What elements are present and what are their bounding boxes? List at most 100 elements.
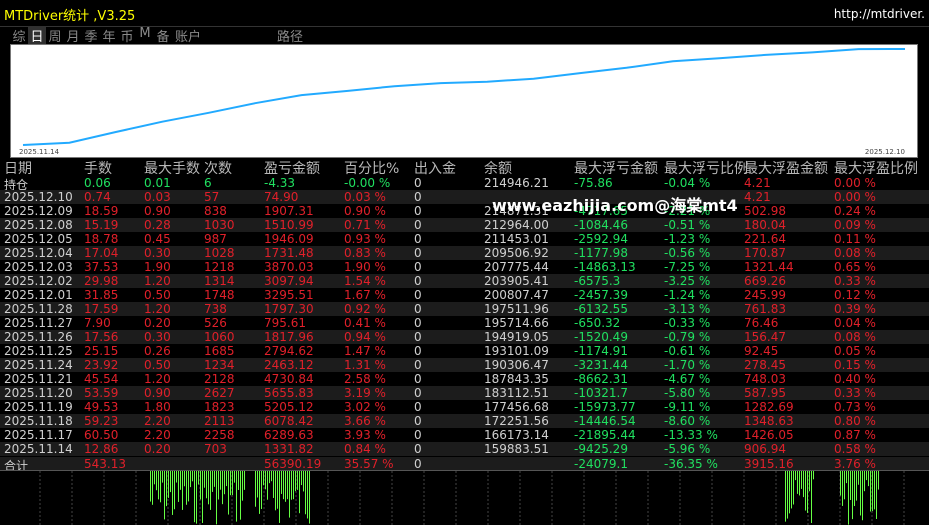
table-row[interactable]: 2025.12.10 0.74 0.03 57 74.90 0.03 % 0 4.21 0.00…: [0, 190, 929, 204]
total-row[interactable]: 合计 543.13 56390.19 35.57 % 0 -24079.1 -36.35 %…: [0, 457, 929, 473]
table-row[interactable]: 2025.12.08 15.19 0.28 1030 1510.99 0.71 % 0 212…: [0, 218, 929, 232]
table-cell: 2025.11.18: [4, 414, 73, 428]
table-cell: 0: [414, 260, 422, 274]
histogram-bar: [787, 471, 788, 519]
table-row[interactable]: 2025.12.04 17.04 0.30 1028 1731.48 0.83 % 0 209…: [0, 246, 929, 260]
table-cell: 0: [414, 246, 422, 260]
table-cell: -650.32: [574, 316, 621, 330]
website-link[interactable]: http://mtdriver.: [834, 7, 925, 21]
histogram-bar: [848, 471, 849, 525]
table-cell: 2.20: [144, 428, 171, 442]
table-row[interactable]: 2025.11.21 45.54 1.20 2128 4730.84 2.58 % 0 187…: [0, 372, 929, 386]
table-row[interactable]: 2025.11.25 25.15 0.26 1685 2794.62 1.47 % 0 193…: [0, 344, 929, 358]
histogram-bar: [244, 471, 245, 490]
table-row[interactable]: 2025.11.17 60.50 2.20 2258 6289.63 3.93 % 0 166…: [0, 428, 929, 442]
table-cell: 17.04: [84, 246, 119, 260]
table-cell: 2025.12.09: [4, 204, 73, 218]
table-cell: 0.87 %: [834, 428, 876, 442]
table-cell: 0.50: [144, 288, 171, 302]
histogram-bar: [242, 471, 243, 501]
table-cell: 1797.30: [264, 302, 314, 316]
table-row[interactable]: 2025.12.01 31.85 0.50 1748 3295.51 1.67 % 0 200…: [0, 288, 929, 302]
table-row[interactable]: 2025.11.18 59.23 2.20 2113 6078.42 3.66 % 0 172…: [0, 414, 929, 428]
table-cell: 2025.11.27: [4, 316, 73, 330]
table-cell: 543.13: [84, 457, 126, 471]
histogram-bar: [295, 471, 296, 492]
table-cell: 2.20: [144, 414, 171, 428]
table-cell: 587.95: [744, 386, 786, 400]
histogram-bar: [809, 471, 810, 492]
table-row[interactable]: 2025.11.26 17.56 0.30 1060 1817.96 0.94 % 0 194…: [0, 330, 929, 344]
table-row[interactable]: 2025.12.03 37.53 1.90 1218 3870.03 1.90 % 0 207…: [0, 260, 929, 274]
table-cell: 194919.05: [484, 330, 549, 344]
table-row[interactable]: 2025.11.20 53.59 0.90 2627 5655.83 3.19 % 0 183…: [0, 386, 929, 400]
table-cell: 0.20: [144, 442, 171, 456]
table-cell: 7.90: [84, 316, 111, 330]
table-cell: 1348.63: [744, 414, 794, 428]
header-cell: 出入金: [414, 161, 456, 177]
histogram-bar: [860, 471, 861, 516]
histogram-bar: [795, 471, 796, 481]
table-cell: 1.54 %: [344, 274, 386, 288]
histogram-bar: [283, 471, 284, 500]
header-cell: 手数: [84, 161, 112, 177]
histogram-bar: [220, 471, 221, 490]
table-cell: 669.26: [744, 274, 786, 288]
table-cell: 2025.12.03: [4, 260, 73, 274]
tab-account[interactable]: 账户: [172, 26, 204, 45]
histogram-bar: [230, 471, 231, 496]
histogram-bar: [870, 471, 871, 512]
histogram-bar: [178, 471, 179, 502]
table-cell: 0.94 %: [344, 330, 386, 344]
table-cell: 212964.00: [484, 218, 549, 232]
table-cell: -15973.77: [574, 400, 636, 414]
table-cell: 49.53: [84, 400, 119, 414]
holding-row[interactable]: 持仓 0.06 0.01 6 -4.33 -0.00 % 0 214946.21 -75.86-…: [0, 176, 929, 192]
tab-notes[interactable]: 备: [154, 26, 172, 45]
tab-week[interactable]: 周: [46, 26, 64, 45]
table-row[interactable]: 2025.12.05 18.78 0.45 987 1946.09 0.93 % 0 2114…: [0, 232, 929, 246]
tab-summary[interactable]: 综: [10, 26, 28, 45]
table-cell: 526: [204, 316, 227, 330]
table-cell: 0: [414, 302, 422, 316]
table-cell: 2025.11.19: [4, 400, 73, 414]
table-row[interactable]: 2025.11.24 23.92 0.50 1234 2463.12 1.31 % 0 190…: [0, 358, 929, 372]
table-cell: 0: [414, 400, 422, 414]
histogram-bar: [799, 471, 800, 496]
table-cell: 3.66 %: [344, 414, 386, 428]
histogram-bar: [202, 471, 203, 523]
table-row[interactable]: 2025.11.14 12.86 0.20 703 1331.82 0.84 % 0 1598…: [0, 442, 929, 456]
table-cell: 0.08 %: [834, 330, 876, 344]
table-cell: 1907.31: [264, 204, 314, 218]
histogram-bar: [186, 471, 187, 505]
table-cell: 0: [414, 386, 422, 400]
table-row[interactable]: 2025.11.28 17.59 1.20 738 1797.30 0.92 % 0 1975…: [0, 302, 929, 316]
table-cell: 177456.68: [484, 400, 549, 414]
table-row[interactable]: 2025.11.19 49.53 1.80 1823 5205.12 3.02 % 0 177…: [0, 400, 929, 414]
tab-currency[interactable]: 币: [118, 26, 136, 45]
histogram-bar: [180, 471, 181, 490]
table-cell: 2025.11.17: [4, 428, 73, 442]
header-cell: 百分比%: [344, 161, 400, 177]
table-cell: 1748: [204, 288, 235, 302]
histogram-bar: [854, 471, 855, 507]
chart-end-date: 2025.12.10: [864, 148, 905, 156]
histogram-bar: [162, 471, 163, 483]
table-cell: 0.03: [144, 190, 171, 204]
table-cell: 0.01: [144, 176, 171, 190]
tab-year[interactable]: 年: [100, 26, 118, 45]
tab-month[interactable]: 月: [64, 26, 82, 45]
table-row[interactable]: 2025.11.27 7.90 0.20 526 795.61 0.41 % 0 195714…: [0, 316, 929, 330]
tab-day[interactable]: 日: [28, 26, 46, 45]
table-row[interactable]: 2025.12.09 18.59 0.90 838 1907.31 0.90 % 0 2148…: [0, 204, 929, 218]
table-cell: 0.90: [144, 204, 171, 218]
histogram-bar: [269, 471, 270, 484]
table-row[interactable]: 2025.12.02 29.98 1.20 1314 3097.94 1.54 % 0 203…: [0, 274, 929, 288]
histogram-bar: [856, 471, 857, 501]
tab-quarter[interactable]: 季: [82, 26, 100, 45]
window-title: MTDriver统计 ,V3.25: [4, 9, 136, 24]
table-cell: 0.50: [144, 358, 171, 372]
histogram-bar: [805, 471, 806, 511]
tab-path[interactable]: 路径: [274, 26, 306, 45]
tab-magic[interactable]: M: [136, 26, 154, 44]
